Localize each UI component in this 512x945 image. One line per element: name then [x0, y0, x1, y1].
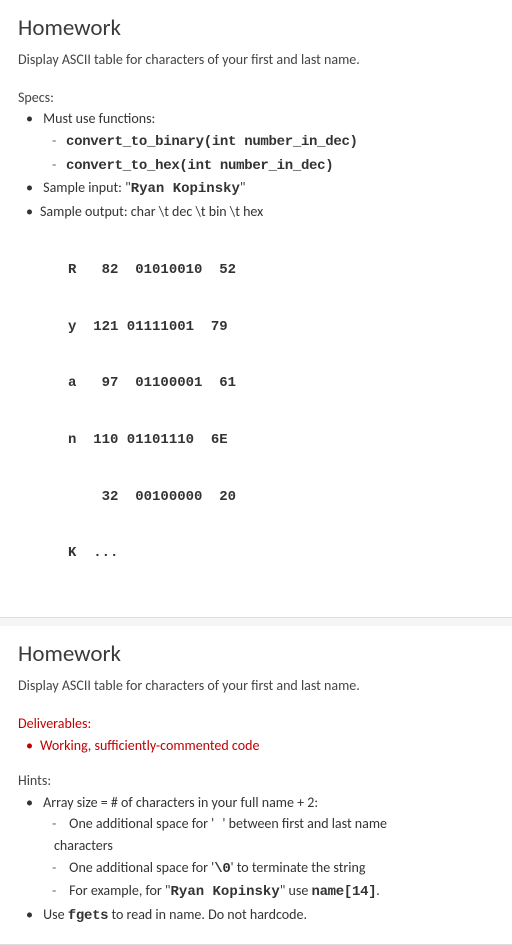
hint-array-size: Array size = # of characters in your ful… — [24, 793, 494, 903]
hints-list: Array size = # of characters in your ful… — [18, 793, 494, 927]
sample-input-post: " — [240, 179, 246, 196]
func-binary: convert_to_binary(int number_in_dec) — [50, 131, 494, 153]
hint-space-pre: One additional space for ' — [69, 815, 214, 832]
table-row: K ... — [68, 544, 494, 563]
hint-ex-name: Ryan Kopinsky — [171, 884, 280, 900]
table-row: y 121 01111001 79 — [68, 318, 494, 337]
table-row: R 82 01010010 52 — [68, 261, 494, 280]
ascii-table: R 82 01010010 52 y 121 01111001 79 a 97 … — [68, 223, 494, 601]
hint-null-code: \0 — [214, 861, 230, 877]
sample-input-name: Ryan Kopinsky — [131, 181, 240, 197]
table-row: a 97 01100001 61 — [68, 374, 494, 393]
func-hex-code: convert_to_hex(int number_in_dec) — [66, 158, 333, 174]
page-title: Homework — [18, 638, 494, 670]
assignment-desc: Display ASCII table for characters of yo… — [18, 50, 494, 70]
func-hex: convert_to_hex(int number_in_dec) — [50, 155, 494, 177]
hint-ex-mid: " use — [280, 882, 312, 899]
table-row: n 110 01101110 6E — [68, 431, 494, 450]
hint-ex-post: . — [376, 882, 380, 899]
spec-sample-input: Sample input: "Ryan Kopinsky" — [24, 178, 494, 200]
page-title: Homework — [18, 12, 494, 44]
hint-fgets: Use fgets to read in name. Do not hardco… — [24, 905, 494, 927]
hint-fgets-pre: Use — [43, 906, 68, 923]
spec-sample-output: Sample output: char \t dec \t bin \t hex — [24, 202, 494, 222]
sample-input-pre: Sample input: " — [43, 179, 131, 196]
hint-space-char: One additional space for ' ' between fir… — [50, 814, 494, 855]
hint-space-line2: characters — [54, 837, 113, 854]
deliverables-list: Working, sufficiently-commented code — [18, 736, 494, 756]
table-row: 32 00100000 20 — [68, 488, 494, 507]
specs-label: Specs: — [18, 88, 494, 108]
hint-null-char: One additional space for '\0' to termina… — [50, 858, 494, 880]
hints-label: Hints: — [18, 771, 494, 791]
assignment-desc: Display ASCII table for characters of yo… — [18, 676, 494, 696]
hint-fgets-post: to read in name. Do not hardcode. — [108, 906, 307, 923]
func-binary-code: convert_to_binary(int number_in_dec) — [66, 134, 358, 150]
homework-section-1: Homework Display ASCII table for charact… — [0, 0, 512, 618]
deliverable-item: Working, sufficiently-commented code — [24, 736, 494, 756]
hint-null-post: ' to terminate the string — [230, 859, 365, 876]
hint-fgets-code: fgets — [68, 908, 109, 924]
hint-null-pre: One additional space for ' — [69, 859, 214, 876]
spec-functions-text: Must use functions: — [43, 110, 155, 127]
deliverables-label: Deliverables: — [18, 714, 494, 734]
hint-sub-list: One additional space for ' ' between fir… — [28, 814, 494, 902]
hint-array-size-text: Array size = # of characters in your ful… — [43, 794, 318, 811]
hint-space-mid — [214, 817, 222, 833]
hint-example: For example, for "Ryan Kopinsky" use nam… — [50, 881, 494, 903]
hint-ex-code: name[14] — [311, 884, 376, 900]
homework-section-2: Homework Display ASCII table for charact… — [0, 626, 512, 945]
function-list: convert_to_binary(int number_in_dec) con… — [28, 131, 494, 176]
hint-ex-pre: For example, for " — [69, 882, 170, 899]
hint-space-post: ' between first and last name — [222, 815, 387, 832]
spec-functions: Must use functions: convert_to_binary(in… — [24, 109, 494, 176]
hints-block: Hints: Array size = # of characters in y… — [18, 771, 494, 926]
specs-list: Must use functions: convert_to_binary(in… — [18, 109, 494, 221]
